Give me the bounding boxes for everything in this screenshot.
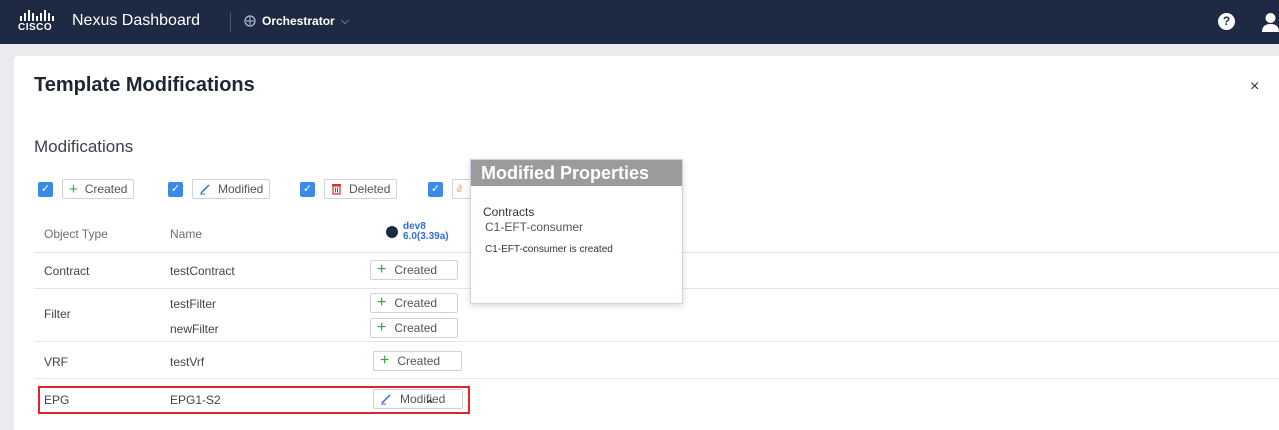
status-label: Created — [394, 321, 438, 335]
plus-icon: + — [69, 180, 78, 198]
column-header-object-type: Object Type — [44, 227, 108, 241]
filter-created[interactable]: ✓ + Created — [38, 178, 135, 200]
site-column-header: dev8 6.0(3.39a) — [386, 222, 449, 242]
link-icon: ∂ — [457, 183, 462, 195]
row-object-name[interactable]: testFilter — [170, 297, 216, 311]
popover-item: C1-EFT-consumer — [485, 220, 584, 234]
plus-icon: + — [377, 319, 387, 336]
top-navigation-bar: CISCO Nexus Dashboard Orchestrator ⌵ ? — [0, 0, 1279, 44]
created-filter-label: Created — [84, 182, 128, 196]
dialog-title: Template Modifications — [34, 74, 255, 96]
plus-icon: + — [377, 261, 387, 278]
modified-filter-label: Modified — [218, 182, 264, 196]
modified-checkbox[interactable]: ✓ — [168, 181, 183, 197]
row-object-name[interactable]: newFilter — [170, 322, 219, 336]
plus-icon: + — [377, 294, 387, 311]
status-label: Created — [394, 263, 438, 277]
close-icon[interactable]: × — [1250, 78, 1259, 96]
section-title: Modifications — [34, 137, 134, 156]
deleted-filter-pill[interactable]: Deleted — [324, 179, 398, 199]
deleted-filter-label: Deleted — [349, 182, 391, 196]
status-badge[interactable]: + Created — [370, 318, 458, 338]
popover-section-label: Contracts — [483, 205, 535, 219]
cisco-logo: CISCO — [18, 10, 58, 34]
template-modifications-dialog: Template Modifications × Modifications ✓… — [14, 56, 1279, 430]
other-checkbox[interactable]: ✓ — [428, 181, 443, 197]
status-label: Created — [397, 354, 441, 368]
plus-icon: + — [380, 352, 390, 369]
help-icon[interactable]: ? — [1218, 13, 1235, 30]
status-label: Created — [394, 296, 438, 310]
row-object-name[interactable]: testVrf — [170, 355, 204, 369]
row-divider — [34, 378, 1279, 379]
brand-name: CISCO — [18, 22, 53, 33]
service-name: Orchestrator — [262, 14, 335, 28]
status-badge[interactable]: + Created — [373, 351, 462, 371]
chevron-down-icon: ⌵ — [340, 14, 350, 27]
pencil-icon — [200, 184, 210, 195]
app-title[interactable]: Nexus Dashboard — [72, 12, 200, 30]
topbar-divider — [230, 12, 231, 32]
row-object-type: Filter — [44, 307, 71, 321]
deleted-checkbox[interactable]: ✓ — [300, 181, 315, 197]
row-object-type: Contract — [44, 264, 90, 278]
row-divider — [34, 341, 1279, 342]
row-object-name[interactable]: testContract — [170, 264, 235, 278]
highlight-box — [38, 386, 470, 414]
site-icon — [386, 226, 398, 238]
created-checkbox[interactable]: ✓ — [38, 181, 53, 197]
filter-modified[interactable]: ✓ Modified — [168, 178, 271, 200]
trash-icon — [332, 184, 341, 195]
created-filter-pill[interactable]: + Created — [62, 179, 135, 199]
user-icon[interactable] — [1262, 12, 1279, 32]
status-badge[interactable]: + Created — [370, 293, 458, 313]
column-header-name: Name — [170, 227, 203, 241]
orchestrator-icon — [244, 15, 256, 27]
popover-message: C1-EFT-consumer is created — [485, 244, 613, 255]
mouse-cursor-icon: ⌃ — [424, 397, 436, 413]
popover-title: Modified Properties — [471, 160, 682, 186]
site-version: 6.0(3.39a) — [403, 231, 449, 242]
filter-other[interactable]: ✓ ∂ — [428, 178, 476, 200]
row-object-type: VRF — [44, 355, 68, 369]
filter-deleted[interactable]: ✓ Deleted — [300, 178, 398, 200]
status-badge[interactable]: + Created — [370, 260, 458, 280]
modified-filter-pill[interactable]: Modified — [192, 179, 271, 199]
service-switcher[interactable]: Orchestrator ⌵ — [244, 14, 349, 28]
modified-properties-popover: Modified Properties Contracts C1-EFT-con… — [470, 159, 683, 304]
